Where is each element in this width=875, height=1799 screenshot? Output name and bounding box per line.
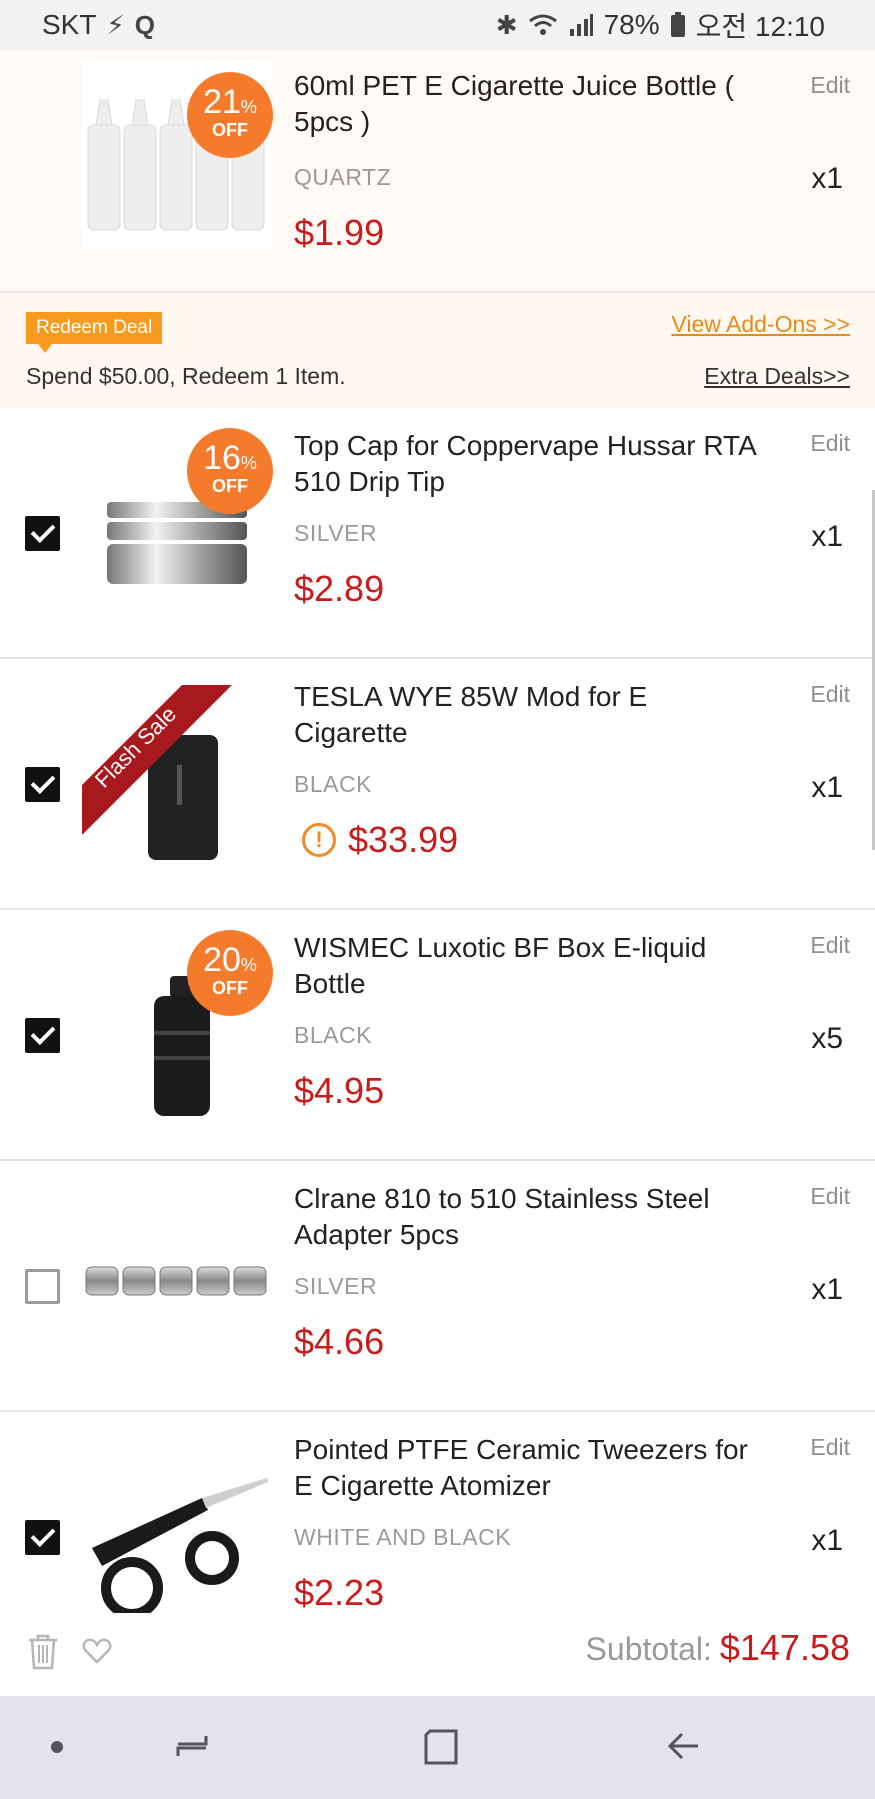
adapter-image	[85, 1266, 267, 1296]
status-bar: SKT ⚡ Q ✱ 78% 오전 12:10	[0, 0, 875, 50]
product-image[interactable]	[82, 1187, 272, 1377]
edit-link[interactable]: Edit	[810, 932, 850, 959]
cart-item: 21% OFF 60ml PET E Cigarette Juice Bottl…	[0, 50, 875, 293]
q-app-icon: Q	[134, 9, 155, 40]
extra-deals-link[interactable]: Extra Deals>>	[704, 363, 850, 390]
discount-badge: 16% OFF	[187, 428, 273, 514]
carrier-label: SKT	[42, 9, 97, 40]
heart-icon[interactable]	[82, 1637, 112, 1665]
clock: 오전 12:10	[695, 11, 825, 42]
status-left: SKT ⚡ Q	[42, 9, 155, 41]
product-image[interactable]	[82, 1438, 272, 1613]
cart-item: Clrane 810 to 510 Stainless Steel Adapte…	[0, 1161, 875, 1412]
edit-link[interactable]: Edit	[810, 1183, 850, 1210]
quantity[interactable]: x5	[811, 1022, 843, 1056]
product-price: $4.95	[294, 1070, 385, 1111]
product-variant: QUARTZ	[294, 164, 392, 190]
product-price: $33.99	[348, 819, 459, 860]
discount-badge: 20% OFF	[187, 930, 273, 1016]
signal-icon	[569, 14, 593, 36]
product-variant: SILVER	[294, 1273, 378, 1299]
item-checkbox[interactable]	[25, 516, 60, 551]
redeem-deal-bar: Redeem Deal View Add-Ons >> Spend $50.00…	[0, 291, 875, 408]
item-checkbox[interactable]	[25, 767, 60, 802]
redeem-deal-badge: Redeem Deal	[26, 312, 163, 353]
view-addons-link[interactable]: View Add-Ons >>	[671, 311, 850, 338]
product-title[interactable]: Top Cap for Coppervape Hussar RTA 510 Dr…	[294, 428, 764, 500]
edit-link[interactable]: Edit	[810, 1434, 850, 1461]
edit-link[interactable]: Edit	[810, 430, 850, 457]
nav-home-icon[interactable]	[422, 1728, 460, 1766]
cart-footer: Subtotal: $147.58	[0, 1613, 875, 1696]
product-variant: BLACK	[294, 1022, 372, 1048]
battery-icon	[670, 12, 685, 37]
cart-item: 20% OFF WISMEC Luxotic BF Box E-liquid B…	[0, 910, 875, 1161]
product-image[interactable]: Flash Sale	[82, 685, 272, 875]
quantity[interactable]: x1	[811, 162, 843, 196]
wifi-icon	[528, 14, 557, 35]
subtotal-value: $147.58	[719, 1627, 850, 1668]
nav-recent-icon[interactable]	[172, 1726, 212, 1766]
nav-back-icon[interactable]	[664, 1726, 704, 1766]
cart-list[interactable]: 21% OFF 60ml PET E Cigarette Juice Bottl…	[0, 50, 875, 1613]
cart-item: Flash Sale TESLA WYE 85W Mod for E Cigar…	[0, 659, 875, 910]
product-variant: WHITE AND BLACK	[294, 1524, 512, 1550]
product-variant: BLACK	[294, 771, 372, 797]
product-title[interactable]: Pointed PTFE Ceramic Tweezers for E Ciga…	[294, 1432, 764, 1504]
subtotal-label: Subtotal:	[585, 1631, 712, 1667]
trash-icon[interactable]	[26, 1633, 60, 1671]
battery-percent: 78%	[603, 9, 660, 40]
discount-badge: 21% OFF	[187, 72, 273, 158]
item-checkbox[interactable]	[25, 1018, 60, 1053]
product-price: $1.99	[294, 212, 385, 253]
volte-icon: ⚡	[106, 9, 125, 40]
cart-item: Pointed PTFE Ceramic Tweezers for E Ciga…	[0, 1412, 875, 1613]
product-title[interactable]: 60ml PET E Cigarette Juice Bottle ( 5pcs…	[294, 68, 764, 140]
product-price: $2.89	[294, 568, 385, 609]
product-price-row: ! $33.99	[302, 819, 458, 861]
quantity[interactable]: x1	[811, 771, 843, 805]
quantity[interactable]: x1	[811, 520, 843, 554]
bluetooth-icon: ✱	[495, 9, 518, 40]
subtotal: Subtotal: $147.58	[586, 1627, 850, 1669]
product-title[interactable]: WISMEC Luxotic BF Box E-liquid Bottle	[294, 930, 764, 1002]
mod-image: Flash Sale	[82, 685, 232, 860]
quantity[interactable]: x1	[811, 1524, 843, 1558]
tweezers-image	[92, 1478, 268, 1613]
deal-text: Spend $50.00, Redeem 1 Item.	[26, 363, 346, 389]
edit-link[interactable]: Edit	[810, 72, 850, 99]
warning-icon[interactable]: !	[302, 823, 336, 857]
edit-link[interactable]: Edit	[810, 681, 850, 708]
product-title[interactable]: TESLA WYE 85W Mod for E Cigarette	[294, 679, 764, 751]
product-title[interactable]: Clrane 810 to 510 Stainless Steel Adapte…	[294, 1181, 764, 1253]
status-right: ✱ 78% 오전 12:10	[496, 5, 825, 45]
item-checkbox[interactable]	[25, 1269, 60, 1304]
product-price: $4.66	[294, 1321, 385, 1362]
item-checkbox[interactable]	[25, 1520, 60, 1555]
nav-dot-icon[interactable]	[51, 1741, 63, 1753]
product-price: $2.23	[294, 1572, 385, 1613]
quantity[interactable]: x1	[811, 1273, 843, 1307]
product-variant: SILVER	[294, 520, 378, 546]
android-nav-bar	[0, 1696, 875, 1799]
cart-item: 16% OFF Top Cap for Coppervape Hussar RT…	[0, 408, 875, 659]
